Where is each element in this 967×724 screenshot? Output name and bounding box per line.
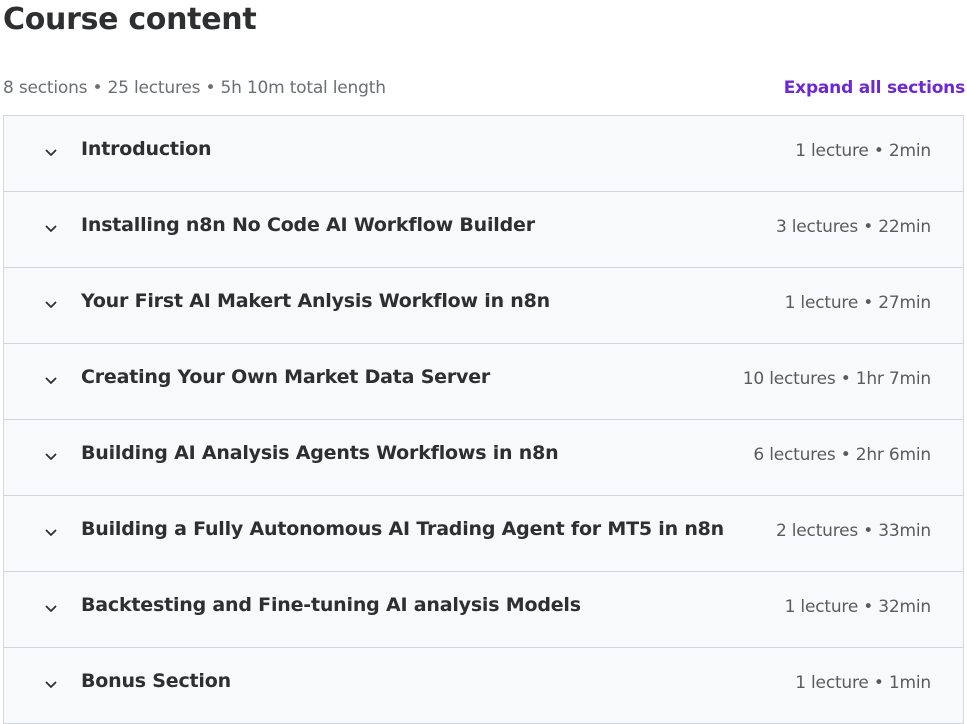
section-header[interactable]: Introduction 1 lecture • 2min xyxy=(4,116,963,192)
section-meta: 1 lecture • 32min xyxy=(784,597,932,617)
section-header[interactable]: Backtesting and Fine-tuning AI analysis … xyxy=(4,572,963,648)
chevron-down-icon xyxy=(43,449,59,465)
section-title: Installing n8n No Code AI Workflow Build… xyxy=(81,214,535,236)
course-content-page: Course content 8 sections • 25 lectures … xyxy=(0,0,967,724)
section-title: Creating Your Own Market Data Server xyxy=(81,366,491,388)
section-title: Bonus Section xyxy=(81,670,231,692)
chevron-down-icon xyxy=(43,145,59,161)
section-meta: 1 lecture • 2min xyxy=(795,141,931,161)
chevron-down-icon xyxy=(43,373,59,389)
section-title: Backtesting and Fine-tuning AI analysis … xyxy=(81,594,581,616)
chevron-down-icon xyxy=(43,677,59,693)
course-summary-row: 8 sections • 25 lectures • 5h 10m total … xyxy=(3,76,965,100)
page-title: Course content xyxy=(3,2,257,37)
section-meta: 3 lectures • 22min xyxy=(775,217,931,237)
section-meta: 1 lecture • 1min xyxy=(795,673,931,693)
section-header[interactable]: Bonus Section 1 lecture • 1min xyxy=(4,648,963,724)
section-header[interactable]: Your First AI Makert Anlysis Workflow in… xyxy=(4,268,963,344)
section-header[interactable]: Building a Fully Autonomous AI Trading A… xyxy=(4,496,963,572)
section-title: Introduction xyxy=(81,138,212,160)
chevron-down-icon xyxy=(43,221,59,237)
expand-all-sections-button[interactable]: Expand all sections xyxy=(784,78,965,98)
chevron-down-icon xyxy=(43,525,59,541)
section-meta: 6 lectures • 2hr 6min xyxy=(753,445,931,465)
section-meta: 10 lectures • 1hr 7min xyxy=(742,369,931,389)
sections-accordion: Introduction 1 lecture • 2min Installing… xyxy=(3,115,964,724)
chevron-down-icon xyxy=(43,601,59,617)
section-title: Building a Fully Autonomous AI Trading A… xyxy=(81,518,725,540)
section-header[interactable]: Building AI Analysis Agents Workflows in… xyxy=(4,420,963,496)
course-summary: 8 sections • 25 lectures • 5h 10m total … xyxy=(3,78,386,98)
section-title: Your First AI Makert Anlysis Workflow in… xyxy=(81,290,550,312)
section-meta: 1 lecture • 27min xyxy=(784,293,932,313)
section-meta: 2 lectures • 33min xyxy=(775,521,931,541)
chevron-down-icon xyxy=(43,297,59,313)
section-title: Building AI Analysis Agents Workflows in… xyxy=(81,442,559,464)
section-header[interactable]: Creating Your Own Market Data Server 10 … xyxy=(4,344,963,420)
section-header[interactable]: Installing n8n No Code AI Workflow Build… xyxy=(4,192,963,268)
